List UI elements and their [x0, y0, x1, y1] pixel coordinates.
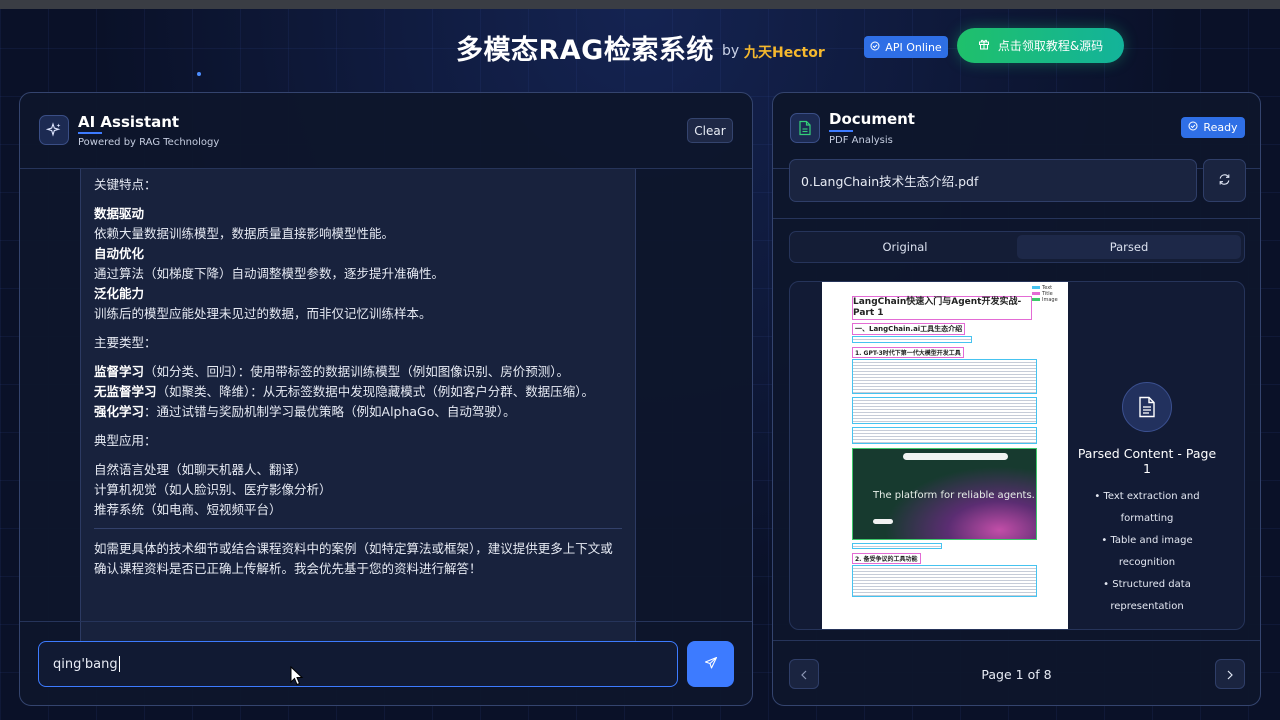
parsed-feature-item: Structured data representation	[1072, 574, 1222, 618]
type-name: 强化学习	[94, 404, 145, 419]
chat-panel-header: AI Assistant Powered by RAG Technology C…	[20, 93, 752, 169]
parsed-feature-list: Text extraction and formatting Table and…	[1072, 486, 1222, 618]
parsed-content-card: Parsed Content - Page 1 Text extraction …	[1072, 382, 1222, 618]
type-name: 监督学习	[94, 364, 145, 379]
file-name: 0.LangChain技术生态介绍.pdf	[801, 174, 979, 189]
parsed-feature-item: Table and image recognition	[1072, 530, 1222, 574]
file-selector[interactable]: 0.LangChain技术生态介绍.pdf	[789, 159, 1197, 202]
tab-parsed[interactable]: Parsed	[1017, 235, 1241, 259]
pdf-text-block	[852, 359, 1037, 394]
closing-text: 如需更具体的技术细节或结合课程资料中的案例（如特定算法或框架），建议提供更多上下…	[94, 541, 613, 576]
document-panel: Document PDF Analysis Ready 0.LangChain技…	[772, 92, 1261, 706]
send-button[interactable]	[687, 641, 734, 687]
pdf-heading: LangChain快速入门与Agent开发实战-Part 1	[852, 296, 1032, 320]
tutorial-button-label: 点击领取教程&源码	[997, 39, 1104, 53]
page-indicator: Page 1 of 8	[981, 667, 1052, 682]
title-underline	[78, 132, 102, 134]
pdf-section-title: 2. 备受争议的工具功能	[852, 553, 921, 564]
clear-button[interactable]: Clear	[687, 118, 733, 143]
section-divider	[773, 218, 1260, 219]
app-item: 推荐系统（如电商、短视频平台）	[94, 502, 282, 517]
document-text-icon	[1122, 382, 1172, 432]
send-icon	[704, 655, 718, 674]
check-circle-icon	[1188, 121, 1198, 134]
apps-heading: 典型应用：	[94, 433, 157, 448]
mouse-pointer-icon	[290, 665, 304, 690]
pdf-section-title: 一、LangChain.ai工具生态介绍	[852, 323, 966, 335]
refresh-icon	[1218, 171, 1231, 190]
type-item: 强化学习：通过试错与奖励机制学习最优策略（例如AlphaGo、自动驾驶）。	[94, 402, 622, 422]
api-status-badge: API Online	[864, 36, 948, 58]
pdf-image-text: The platform for reliable agents.	[873, 490, 1035, 501]
app-item: 计算机视觉（如人脸识别、医疗影像分析）	[94, 482, 332, 497]
document-viewer: Text Title Image LangChain快速入门与Agent开发实战…	[789, 281, 1245, 630]
chat-title: AI Assistant	[78, 113, 180, 131]
pdf-text-block	[852, 565, 1037, 597]
text-caret	[118, 656, 120, 672]
pdf-text-block	[852, 427, 1037, 444]
document-panel-header: Document PDF Analysis Ready	[773, 93, 1260, 169]
tab-original[interactable]: Original	[793, 235, 1017, 259]
window-top-edge	[0, 0, 1280, 9]
chat-subtitle: Powered by RAG Technology	[78, 137, 220, 148]
type-name: 无监督学习	[94, 384, 157, 399]
pdf-text-block	[852, 397, 1037, 424]
chevron-right-icon	[1226, 665, 1234, 684]
pdf-page-preview: Text Title Image LangChain快速入门与Agent开发实战…	[822, 282, 1068, 629]
key-features-heading: 关键特点：	[94, 177, 157, 192]
feature-name: 数据驱动	[94, 206, 145, 221]
feature-name: 泛化能力	[94, 286, 145, 301]
pdf-text-block	[852, 336, 972, 343]
type-item: 无监督学习（如聚类、降维）：从无标签数据中发现隐藏模式（例如客户分群、数据压缩）…	[94, 382, 622, 402]
type-desc: （如聚类、降维）：从无标签数据中发现隐藏模式（例如客户分群、数据压缩）。	[156, 384, 595, 399]
refresh-button[interactable]	[1203, 159, 1246, 202]
assistant-message: 关键特点： 数据驱动 依赖大量数据训练模型，数据质量直接影响模型性能。 自动优化…	[80, 169, 636, 665]
parsed-title: Parsed Content - Page 1	[1077, 446, 1217, 476]
check-circle-icon	[870, 41, 880, 54]
ready-status-label: Ready	[1203, 121, 1238, 134]
chat-panel: AI Assistant Powered by RAG Technology C…	[19, 92, 753, 706]
pdf-section-title: 1. GPT-3时代下第一代大模型开发工具	[852, 347, 964, 358]
legend-item: Image	[1032, 297, 1058, 303]
decorative-dot	[197, 72, 201, 76]
feature-desc: 依赖大量数据训练模型，数据质量直接影响模型性能。	[94, 226, 395, 241]
gift-icon	[978, 38, 990, 53]
pdf-legend: Text Title Image	[1032, 285, 1058, 303]
sparkle-icon	[39, 115, 69, 145]
app-title: 多模态RAG检索系统	[456, 35, 714, 66]
document-icon	[790, 113, 820, 143]
pdf-image-block: The platform for reliable agents.	[852, 448, 1037, 540]
document-subtitle: PDF Analysis	[829, 135, 893, 146]
feature-desc: 训练后的模型应能处理未见过的数据，而非仅记忆训练样本。	[94, 306, 432, 321]
pdf-text-block	[852, 543, 942, 549]
feature-name: 自动优化	[94, 246, 145, 261]
app-header: 多模态RAG检索系统 by 九天Hector API Online 点击领取教程…	[0, 26, 1280, 68]
app-by-text: by	[722, 43, 740, 59]
api-status-label: API Online	[885, 40, 942, 54]
chat-input-value: qing'bang	[53, 656, 118, 672]
view-tabs: Original Parsed	[789, 231, 1245, 263]
type-desc: ：通过试错与奖励机制学习最优策略（例如AlphaGo、自动驾驶）。	[144, 404, 516, 419]
type-desc: （如分类、回归）：使用带标签的数据训练模型（例如图像识别、房价预测）。	[144, 364, 570, 379]
next-page-button[interactable]	[1215, 659, 1245, 689]
title-underline	[829, 130, 853, 132]
legend-label: Image	[1042, 297, 1058, 303]
feature-desc: 通过算法（如梯度下降）自动调整模型参数，逐步提升准确性。	[94, 266, 445, 281]
types-heading: 主要类型：	[94, 335, 157, 350]
app-item: 自然语言处理（如聊天机器人、翻译）	[94, 462, 307, 477]
parsed-feature-item: Text extraction and formatting	[1072, 486, 1222, 530]
chat-input[interactable]: qing'bang	[38, 641, 678, 687]
app-author: 九天Hector	[744, 45, 825, 61]
document-title: Document	[829, 110, 915, 128]
section-divider	[773, 640, 1260, 641]
message-divider	[94, 528, 622, 529]
type-item: 监督学习（如分类、回归）：使用带标签的数据训练模型（例如图像识别、房价预测）。	[94, 362, 622, 382]
input-divider	[20, 621, 752, 622]
tutorial-button[interactable]: 点击领取教程&源码	[957, 28, 1124, 63]
ready-status-badge: Ready	[1181, 117, 1245, 138]
